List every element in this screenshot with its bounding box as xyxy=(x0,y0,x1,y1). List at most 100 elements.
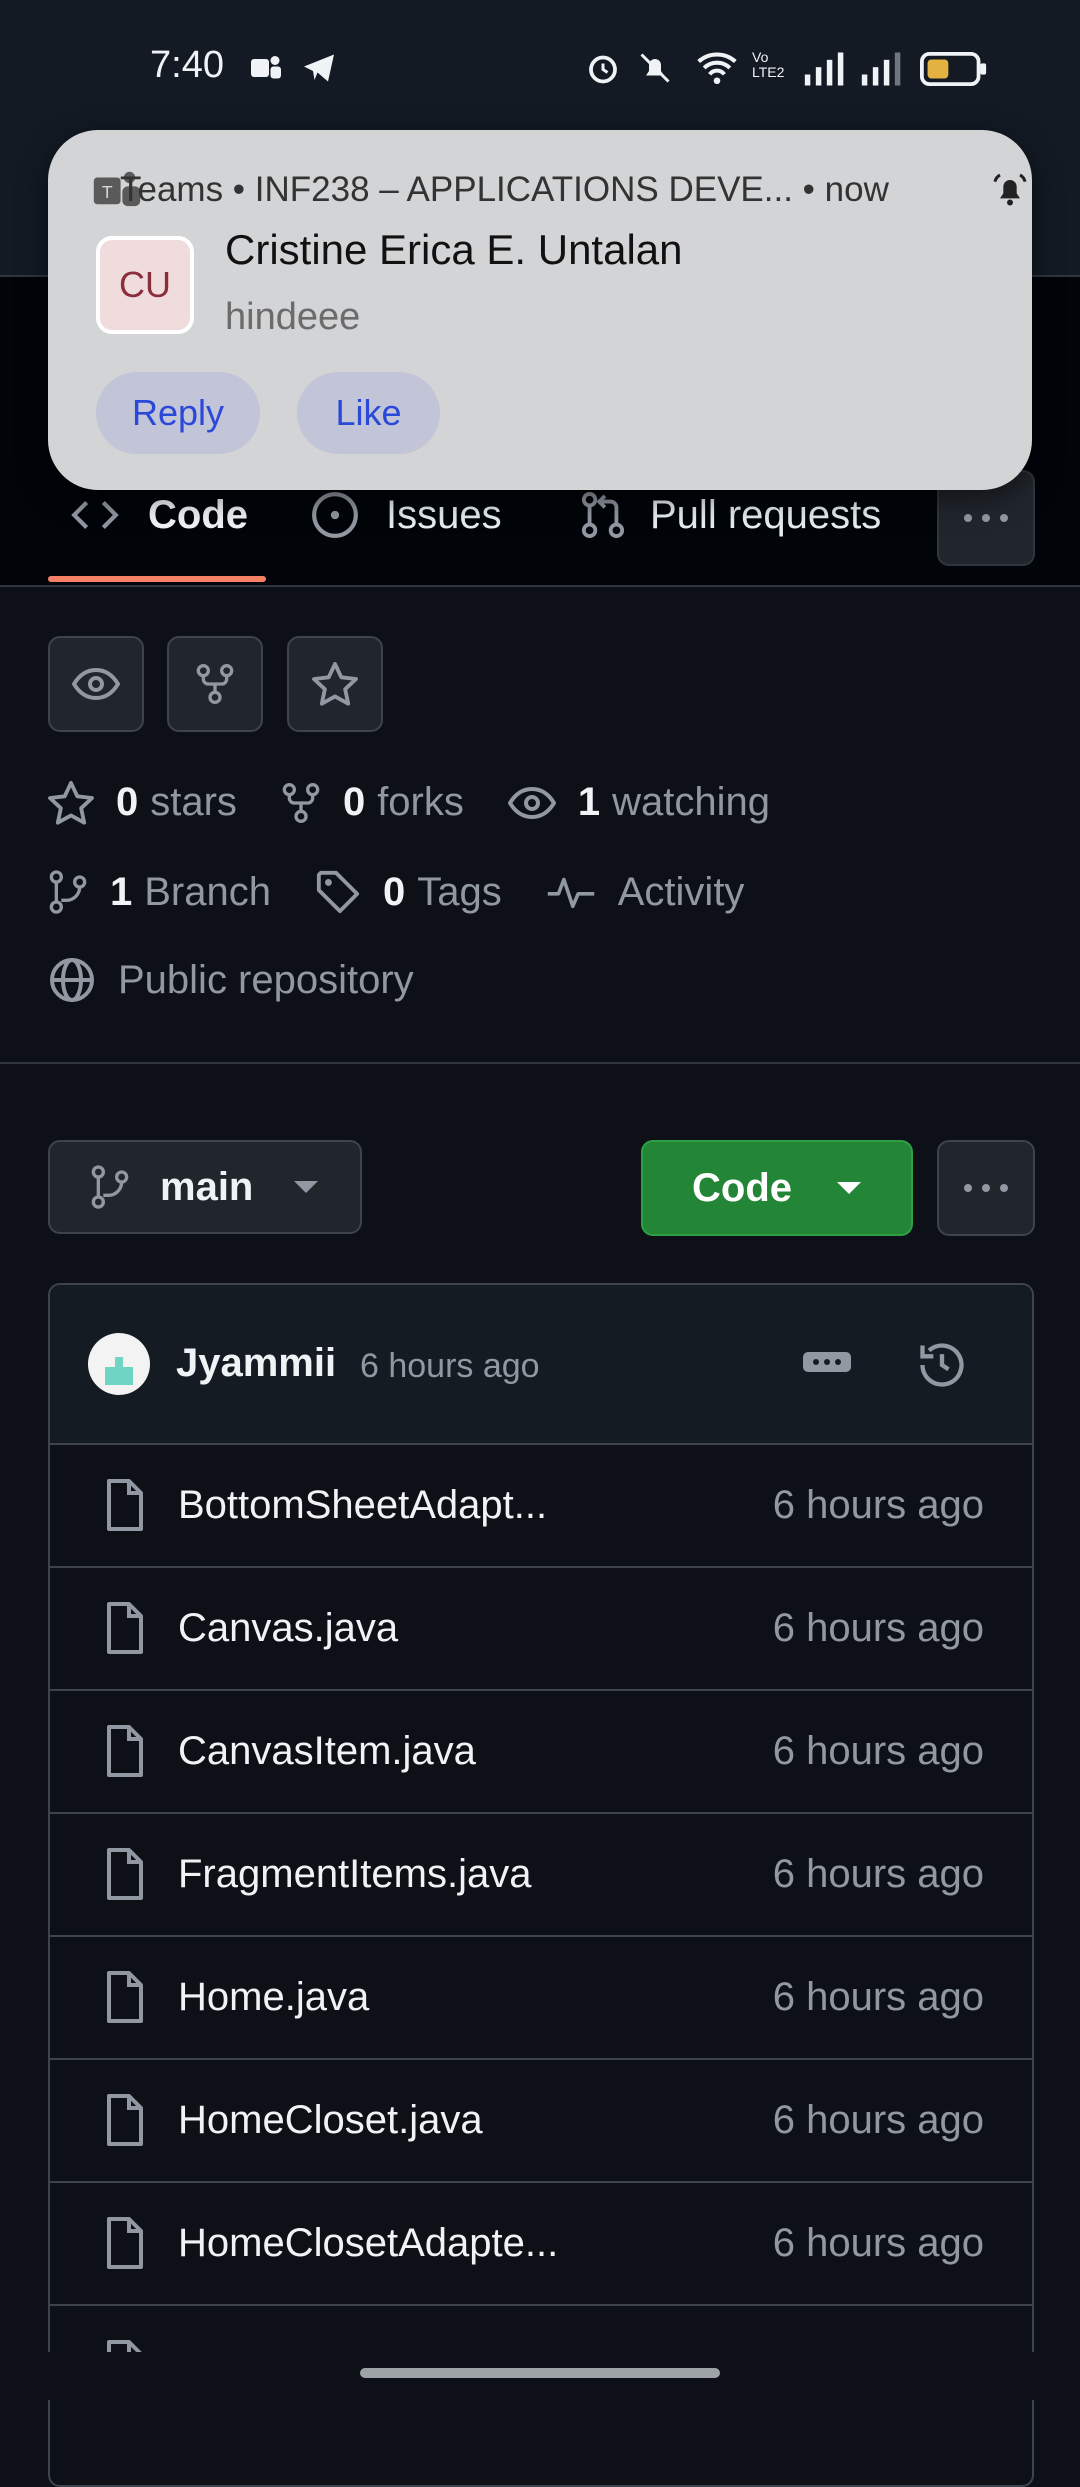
file-name: HomeClosetAdapte... xyxy=(178,2221,559,2265)
eye-icon xyxy=(507,785,578,821)
notification-message: hindeee xyxy=(225,296,361,338)
branch-icon xyxy=(48,868,110,916)
status-time: 7:40 xyxy=(150,44,224,86)
file-time: 6 hours ago xyxy=(772,1729,984,1773)
file-row[interactable]: HomeClosetAdapte... 6 hours ago xyxy=(50,2183,1032,2306)
file-time: 6 hours ago xyxy=(772,1483,984,1527)
branch-name: main xyxy=(160,1164,254,1209)
watching-count: 1 xyxy=(577,780,601,824)
file-row[interactable]: Home.java 6 hours ago xyxy=(50,1937,1032,2060)
fork-button[interactable] xyxy=(167,636,263,732)
fork-icon xyxy=(281,781,343,825)
activity-stat[interactable]: Activity xyxy=(546,869,745,915)
issue-icon xyxy=(310,490,360,540)
file-name: Canvas.java xyxy=(178,1606,399,1650)
like-button[interactable]: Like xyxy=(297,372,440,454)
file-row[interactable]: CanvasItem.java 6 hours ago xyxy=(50,1691,1032,1814)
file-name: CanvasItem.java xyxy=(178,1729,476,1773)
file-icon xyxy=(104,1725,146,1777)
pull-request-icon xyxy=(580,490,626,540)
notification-sender: Cristine Erica E. Untalan xyxy=(225,226,683,273)
mute-icon xyxy=(635,50,675,86)
activity-label: Activity xyxy=(617,869,745,914)
avatar: CU xyxy=(96,236,194,334)
visibility-label: Public repository xyxy=(118,957,414,1002)
star-icon xyxy=(48,780,116,825)
file-name: BottomSheetAdapt... xyxy=(178,1483,548,1527)
code-button-label: Code xyxy=(692,1165,792,1210)
repo-more-button[interactable] xyxy=(937,1140,1035,1236)
signal-icon-1 xyxy=(803,52,847,86)
caret-down-icon xyxy=(836,1181,862,1195)
svg-text:T: T xyxy=(102,182,113,202)
tags-stat[interactable]: 0 Tags xyxy=(315,869,502,915)
commit-message-toggle[interactable] xyxy=(802,1347,852,1377)
bell-icon xyxy=(990,170,1030,210)
file-name: FragmentItems.java xyxy=(178,1852,532,1896)
repo-stats-row: 0 stars 0 forks 1 watching xyxy=(48,780,814,825)
stars-stat[interactable]: 0 stars xyxy=(48,780,237,825)
eye-icon xyxy=(72,666,120,702)
globe-icon xyxy=(48,956,118,1004)
commit-author[interactable]: Jyammii xyxy=(176,1341,336,1386)
file-icon xyxy=(104,1479,146,1531)
signal-icon-2 xyxy=(860,52,904,86)
watch-button[interactable] xyxy=(48,636,144,732)
watching-stat[interactable]: 1 watching xyxy=(507,780,770,825)
branch-selector[interactable]: main xyxy=(48,1140,362,1234)
file-name: HomeCloset.java xyxy=(178,2098,483,2142)
file-time: 6 hours ago xyxy=(772,2098,984,2142)
file-time: 6 hours ago xyxy=(772,1852,984,1896)
branch-count: 1 xyxy=(110,869,133,914)
battery-icon xyxy=(920,52,988,86)
code-button[interactable]: Code xyxy=(641,1140,913,1236)
kebab-horizontal-icon xyxy=(961,1182,1011,1194)
reply-button[interactable]: Reply xyxy=(96,372,260,454)
file-row[interactable]: BottomSheetAdapt... 6 hours ago xyxy=(50,1445,1032,1568)
code-icon xyxy=(70,495,120,535)
history-button[interactable] xyxy=(916,1339,968,1391)
branch-stat[interactable]: 1 Branch xyxy=(48,868,271,916)
file-row[interactable]: FragmentItems.java 6 hours ago xyxy=(50,1814,1032,1937)
file-icon xyxy=(104,1971,146,2023)
branch-icon xyxy=(90,1163,130,1211)
file-name: Home.java xyxy=(178,1975,370,2019)
teams-status-icon xyxy=(248,50,284,86)
file-icon xyxy=(104,2217,146,2269)
ellipsis-icon xyxy=(802,1347,852,1377)
file-row[interactable]: Canvas.java 6 hours ago xyxy=(50,1568,1032,1691)
pulse-icon xyxy=(546,874,618,910)
visibility-item: Public repository xyxy=(48,956,414,1004)
avatar[interactable] xyxy=(88,1333,150,1395)
tab-label: Issues xyxy=(386,492,502,537)
forks-stat[interactable]: 0 forks xyxy=(281,780,464,825)
latest-commit-header: Jyammii 6 hours ago xyxy=(50,1285,1032,1445)
file-time: 6 hours ago xyxy=(772,2221,984,2265)
caret-down-icon xyxy=(293,1180,319,1194)
forks-count: 0 xyxy=(342,780,366,824)
wifi-icon xyxy=(695,48,739,86)
file-icon xyxy=(104,1848,146,1900)
file-row[interactable]: HomeCloset.java 6 hours ago xyxy=(50,2060,1032,2183)
forks-label: forks xyxy=(377,780,464,824)
alarm-icon xyxy=(585,50,621,86)
star-button[interactable] xyxy=(287,636,383,732)
tag-icon xyxy=(315,869,383,915)
kebab-horizontal-icon xyxy=(961,512,1011,524)
tags-label: Tags xyxy=(417,869,502,914)
tags-count: 0 xyxy=(383,869,406,914)
stars-count: 0 xyxy=(116,780,139,824)
visibility-row: Public repository xyxy=(48,956,458,1004)
telegram-status-icon xyxy=(300,50,338,86)
notification-app-line: Teams • INF238 – APPLICATIONS DEVE... • … xyxy=(120,170,889,209)
file-time: 6 hours ago xyxy=(772,1606,984,1650)
file-icon xyxy=(104,2094,146,2146)
file-icon xyxy=(104,1602,146,1654)
tab-label: Code xyxy=(148,492,248,537)
star-icon xyxy=(312,662,358,706)
volte-icon: Vo LTE2 xyxy=(752,49,785,80)
fork-icon xyxy=(195,662,235,706)
section-divider xyxy=(0,1062,1080,1064)
home-indicator[interactable] xyxy=(360,2368,720,2378)
tab-label: Pull requests xyxy=(650,492,882,537)
